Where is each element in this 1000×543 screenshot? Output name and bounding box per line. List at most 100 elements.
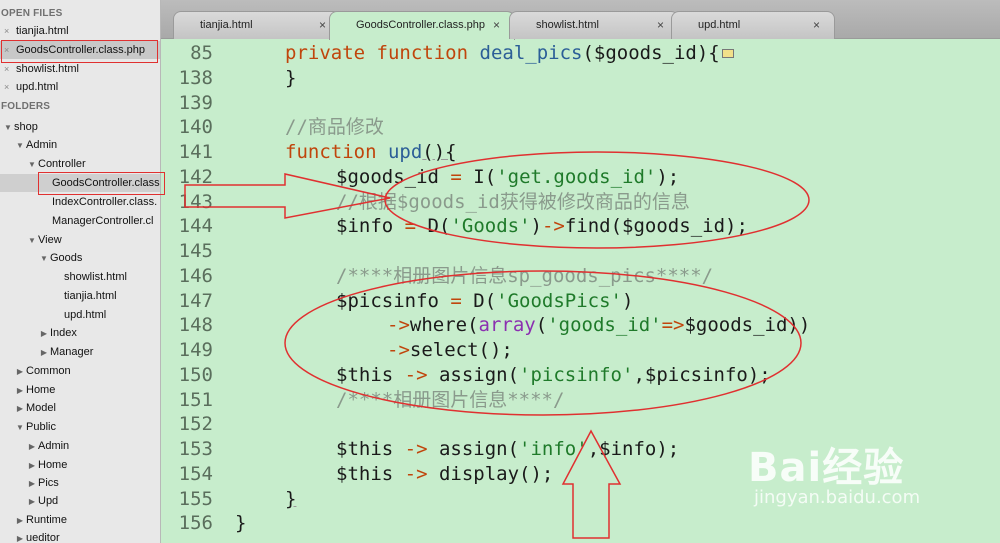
open-file-goodscontroller[interactable]: × GoodsController.class.php <box>0 41 160 59</box>
expanded-triangle-icon[interactable]: ▼ <box>14 137 26 155</box>
collapsed-triangle-icon[interactable]: ▶ <box>14 400 26 418</box>
expanded-triangle-icon[interactable]: ▼ <box>26 156 38 174</box>
open-file-label: showlist.html <box>16 63 79 75</box>
open-file-tianjia[interactable]: × tianjia.html <box>0 22 160 40</box>
line-number: 146 <box>178 264 213 287</box>
expanded-triangle-icon[interactable]: ▼ <box>26 232 38 250</box>
open-file-label: tianjia.html <box>16 25 69 37</box>
close-icon[interactable]: × <box>493 18 500 32</box>
tree-file-goodscontroller[interactable]: GoodsController.class <box>0 174 160 192</box>
tree-file-indexcontroller[interactable]: IndexController.class. <box>0 193 160 211</box>
tab-goodscontroller[interactable]: GoodsController.class.php × <box>329 11 515 40</box>
collapsed-triangle-icon[interactable]: ▶ <box>14 530 26 543</box>
code-line-144: $info = D('Goods')->find($goods_id); <box>336 215 748 238</box>
open-file-upd[interactable]: × upd.html <box>0 78 160 96</box>
collapsed-triangle-icon[interactable]: ▶ <box>14 363 26 381</box>
tree-folder-home[interactable]: ▶ Home <box>0 381 160 400</box>
line-number: 147 <box>178 289 213 312</box>
tree-folder-admin[interactable]: ▼ Admin <box>0 136 160 155</box>
line-number: 154 <box>178 462 213 485</box>
line-number-gutter: 85 138 139 140 141 142 143 144 145 146 1… <box>161 39 230 543</box>
code-line-156: } <box>235 512 247 535</box>
code-line-148: ->where(array('goods_id'=>$goods_id)) <box>387 314 811 337</box>
collapsed-triangle-icon[interactable]: ▶ <box>26 438 38 456</box>
collapsed-triangle-icon[interactable]: ▶ <box>26 457 38 475</box>
line-number: 141 <box>178 141 213 163</box>
tree-folder-manager[interactable]: ▶ Manager <box>0 343 160 362</box>
fold-marker-icon[interactable] <box>721 49 734 58</box>
tree-file-upd[interactable]: upd.html <box>0 306 160 324</box>
collapsed-triangle-icon[interactable]: ▶ <box>38 344 50 362</box>
close-icon[interactable]: × <box>4 41 16 59</box>
line-number: 156 <box>178 512 213 535</box>
tree-folder-public-admin[interactable]: ▶ Admin <box>0 437 160 456</box>
tree-folder-goods[interactable]: ▼ Goods <box>0 249 160 268</box>
line-number: 142 <box>178 165 213 188</box>
code-line-85: private function deal_pics($goods_id){ <box>285 41 734 66</box>
sidebar: OPEN FILES × tianjia.html × GoodsControlle… <box>0 0 161 543</box>
tab-upd[interactable]: upd.html × <box>671 11 835 39</box>
close-icon[interactable]: × <box>319 18 326 32</box>
code-line-149: ->select(); <box>387 339 513 361</box>
code-line-154: $this -> display(); <box>336 462 554 485</box>
line-number: 152 <box>178 413 213 436</box>
tree-folder-public[interactable]: ▼ Public <box>0 418 160 437</box>
tree-folder-pics[interactable]: ▶ Pics <box>0 474 160 493</box>
watermark-logo-text: Bai经验 <box>748 445 905 491</box>
tree-file-managercontroller[interactable]: ManagerController.cl <box>0 212 160 230</box>
line-number: 149 <box>178 339 213 361</box>
line-number: 151 <box>178 388 213 411</box>
tree-folder-runtime[interactable]: ▶ Runtime <box>0 511 160 530</box>
collapsed-triangle-icon[interactable]: ▶ <box>26 475 38 493</box>
code-line-151: /****相册图片信息****/ <box>336 388 565 411</box>
tree-folder-public-home[interactable]: ▶ Home <box>0 456 160 475</box>
tree-folder-index[interactable]: ▶ Index <box>0 324 160 343</box>
code-line-147: $picsinfo = D('GoodsPics') <box>336 289 634 312</box>
collapsed-triangle-icon[interactable]: ▶ <box>26 493 38 511</box>
line-number: 150 <box>178 363 213 386</box>
tab-label: upd.html <box>698 19 741 31</box>
tree-folder-controller[interactable]: ▼ Controller <box>0 155 160 174</box>
close-icon[interactable]: × <box>4 22 16 40</box>
tree-file-showlist[interactable]: showlist.html <box>0 268 160 286</box>
tab-showlist[interactable]: showlist.html × <box>509 11 679 39</box>
tree-folder-upd[interactable]: ▶ Upd <box>0 492 160 511</box>
expanded-triangle-icon[interactable]: ▼ <box>38 250 50 268</box>
tree-folder-common[interactable]: ▶ Common <box>0 362 160 381</box>
line-number: 145 <box>178 240 213 262</box>
open-file-showlist[interactable]: × showlist.html <box>0 60 160 78</box>
expanded-triangle-icon[interactable]: ▼ <box>2 119 14 137</box>
tree-folder-view[interactable]: ▼ View <box>0 231 160 250</box>
collapsed-triangle-icon[interactable]: ▶ <box>38 325 50 343</box>
tree-file-tianjia[interactable]: tianjia.html <box>0 287 160 305</box>
code-line-146: /****相册图片信息sp_goods_pics****/ <box>336 264 714 287</box>
code-line-138: } <box>285 66 297 89</box>
line-number: 148 <box>178 314 213 337</box>
tab-label: GoodsController.class.php <box>356 19 486 31</box>
line-number: 85 <box>190 42 213 64</box>
tab-tianjia[interactable]: tianjia.html × <box>173 11 341 39</box>
tree-folder-shop[interactable]: ▼ shop <box>0 118 160 137</box>
folders-header: FOLDERS <box>1 101 51 112</box>
close-icon[interactable]: × <box>813 18 820 32</box>
close-icon[interactable]: × <box>4 78 16 96</box>
collapsed-triangle-icon[interactable]: ▶ <box>14 382 26 400</box>
code-line-150: $this -> assign('picsinfo',$picsinfo); <box>336 363 771 386</box>
tree-folder-ueditor[interactable]: ▶ ueditor <box>0 529 160 543</box>
collapsed-triangle-icon[interactable]: ▶ <box>14 512 26 530</box>
open-files-header: OPEN FILES <box>1 8 63 19</box>
expanded-triangle-icon[interactable]: ▼ <box>14 419 26 437</box>
line-number: 143 <box>178 190 213 213</box>
code-line-155: } <box>285 487 297 510</box>
open-file-label: GoodsController.class.php <box>16 44 146 56</box>
line-number: 155 <box>178 487 213 510</box>
close-icon[interactable]: × <box>4 60 16 78</box>
line-number: 140 <box>178 116 213 139</box>
code-line-153: $this -> assign('info',$info); <box>336 438 680 460</box>
close-icon[interactable]: × <box>657 18 664 32</box>
code-line-140: //商品修改 <box>285 116 384 139</box>
line-number: 139 <box>178 91 213 114</box>
line-number: 144 <box>178 215 213 238</box>
tree-folder-model[interactable]: ▶ Model <box>0 399 160 418</box>
code-line-142: $goods_id = I('get.goods_id'); <box>336 165 680 188</box>
